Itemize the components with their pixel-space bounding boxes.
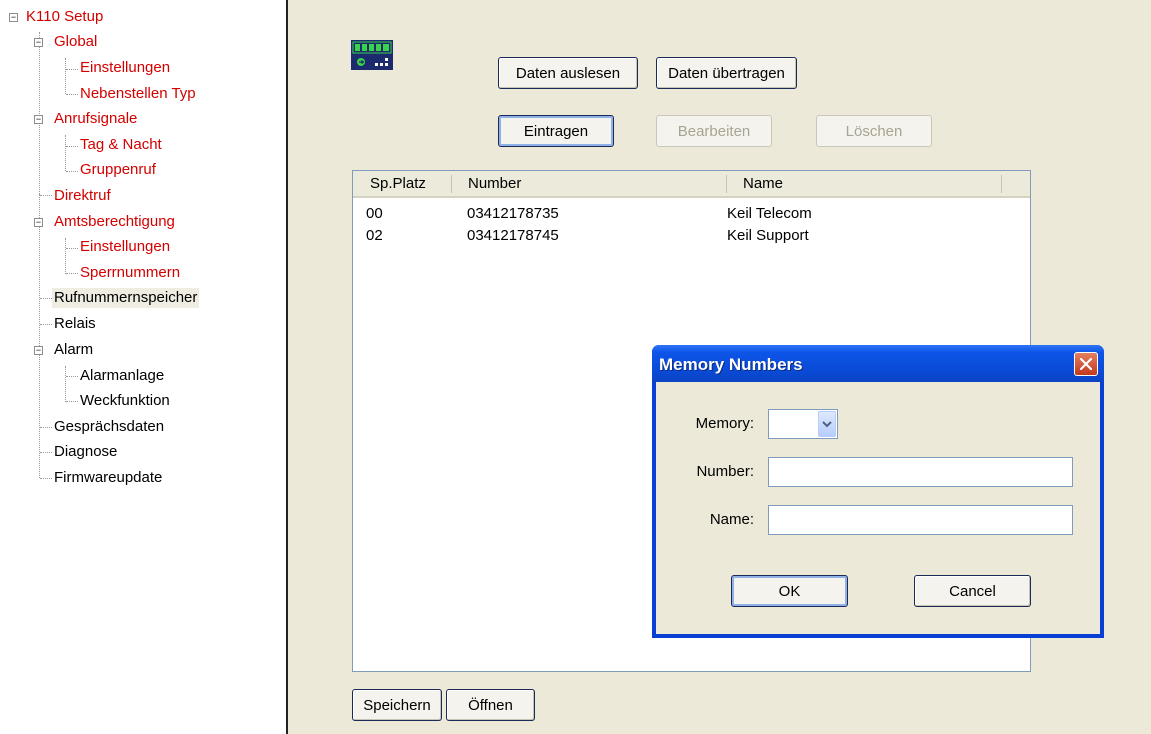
tree-item-gespraechsdaten[interactable]: Gesprächsdaten bbox=[54, 417, 164, 437]
tree-line bbox=[39, 194, 40, 478]
column-separator[interactable] bbox=[451, 175, 452, 193]
add-entry-button[interactable]: Eintragen bbox=[498, 115, 614, 147]
tree-item-global-einstellungen[interactable]: Einstellungen bbox=[80, 58, 170, 78]
cell-name: Keil Telecom bbox=[727, 205, 812, 222]
tree-line bbox=[66, 376, 78, 377]
cancel-button[interactable]: Cancel bbox=[914, 575, 1031, 607]
tree-line bbox=[65, 238, 66, 274]
tree-line bbox=[66, 171, 78, 172]
dialog-body: Memory: Number: Name: OK Cancel bbox=[656, 382, 1100, 634]
cell-number: 03412178745 bbox=[467, 227, 559, 244]
tree-item-global[interactable]: Global bbox=[54, 32, 97, 52]
memory-select[interactable] bbox=[768, 409, 838, 439]
tree-item-alarmanlage[interactable]: Alarmanlage bbox=[80, 366, 164, 386]
navigation-tree: − − − − − K110 Setup Global Einstellunge… bbox=[0, 0, 285, 734]
tree-line bbox=[40, 427, 52, 428]
column-separator[interactable] bbox=[726, 175, 727, 193]
dialog-title-bar[interactable]: Memory Numbers bbox=[652, 345, 1104, 382]
delete-entry-button[interactable]: Löschen bbox=[816, 115, 932, 147]
dropdown-button[interactable] bbox=[818, 411, 836, 437]
close-icon bbox=[1079, 357, 1093, 371]
tree-item-nebenstellen-typ[interactable]: Nebenstellen Typ bbox=[80, 84, 196, 104]
tree-line bbox=[40, 298, 52, 299]
list-row[interactable]: 02 03412178745 Keil Support bbox=[353, 226, 1030, 246]
column-separator[interactable] bbox=[1001, 175, 1002, 193]
cell-number: 03412178735 bbox=[467, 205, 559, 222]
tree-line bbox=[65, 135, 66, 171]
save-button[interactable]: Speichern bbox=[352, 689, 442, 721]
tree-item-sperrnummern[interactable]: Sperrnummern bbox=[80, 263, 180, 283]
list-row[interactable]: 00 03412178735 Keil Telecom bbox=[353, 204, 1030, 224]
tree-item-relais[interactable]: Relais bbox=[54, 314, 96, 334]
memory-numbers-dialog: Memory Numbers Memory: Number: Name: OK … bbox=[652, 345, 1104, 638]
tree-item-firmwareupdate[interactable]: Firmwareupdate bbox=[54, 468, 162, 488]
tree-item-k110-setup[interactable]: K110 Setup bbox=[26, 7, 103, 27]
name-label: Name: bbox=[709, 511, 754, 528]
collapse-icon[interactable]: − bbox=[34, 218, 43, 227]
tree-line bbox=[66, 94, 78, 95]
tree-item-tag-nacht[interactable]: Tag & Nacht bbox=[80, 135, 162, 155]
chevron-down-icon bbox=[822, 421, 832, 428]
tree-line bbox=[40, 324, 52, 325]
ok-button[interactable]: OK bbox=[731, 575, 848, 607]
transfer-data-button[interactable]: Daten übertragen bbox=[656, 57, 797, 89]
number-label: Number: bbox=[696, 463, 754, 480]
tree-line bbox=[65, 366, 66, 402]
tree-line bbox=[66, 401, 78, 402]
number-field[interactable] bbox=[768, 457, 1073, 487]
cell-slot: 02 bbox=[366, 227, 383, 244]
name-field[interactable] bbox=[768, 505, 1073, 535]
tree-line bbox=[66, 248, 78, 249]
tree-item-gruppenruf[interactable]: Gruppenruf bbox=[80, 160, 156, 180]
device-display-icon bbox=[351, 40, 393, 70]
tree-item-diagnose[interactable]: Diagnose bbox=[54, 442, 117, 462]
list-header: Sp.Platz Number Name bbox=[353, 171, 1030, 198]
column-header-number[interactable]: Number bbox=[468, 175, 521, 193]
dialog-title: Memory Numbers bbox=[659, 355, 803, 374]
tree-line bbox=[66, 146, 78, 147]
tree-item-amts-einstellungen[interactable]: Einstellungen bbox=[80, 237, 170, 257]
tree-item-amtsberechtigung[interactable]: Amtsberechtigung bbox=[54, 212, 175, 232]
memory-label: Memory: bbox=[695, 415, 754, 432]
tree-line bbox=[39, 32, 40, 194]
column-header-name[interactable]: Name bbox=[743, 175, 783, 193]
cell-name: Keil Support bbox=[727, 227, 809, 244]
tree-line bbox=[40, 452, 52, 453]
tree-line bbox=[40, 195, 52, 196]
collapse-icon[interactable]: − bbox=[34, 115, 43, 124]
tree-line bbox=[40, 478, 52, 479]
read-data-button[interactable]: Daten auslesen bbox=[498, 57, 638, 89]
tree-line bbox=[66, 273, 78, 274]
tree-item-weckfunktion[interactable]: Weckfunktion bbox=[80, 391, 170, 411]
tree-item-rufnummernspeicher[interactable]: Rufnummernspeicher bbox=[52, 288, 200, 308]
tree-line bbox=[65, 58, 66, 94]
close-button[interactable] bbox=[1074, 352, 1098, 376]
tree-line bbox=[66, 69, 78, 70]
collapse-icon[interactable]: − bbox=[34, 346, 43, 355]
column-header-slot[interactable]: Sp.Platz bbox=[370, 175, 426, 193]
open-button[interactable]: Öffnen bbox=[446, 689, 535, 721]
collapse-icon[interactable]: − bbox=[9, 13, 18, 22]
tree-item-direktruf[interactable]: Direktruf bbox=[54, 186, 111, 206]
edit-entry-button[interactable]: Bearbeiten bbox=[656, 115, 772, 147]
tree-item-alarm[interactable]: Alarm bbox=[54, 340, 93, 360]
cell-slot: 00 bbox=[366, 205, 383, 222]
tree-item-anrufsignale[interactable]: Anrufsignale bbox=[54, 109, 137, 129]
collapse-icon[interactable]: − bbox=[34, 38, 43, 47]
